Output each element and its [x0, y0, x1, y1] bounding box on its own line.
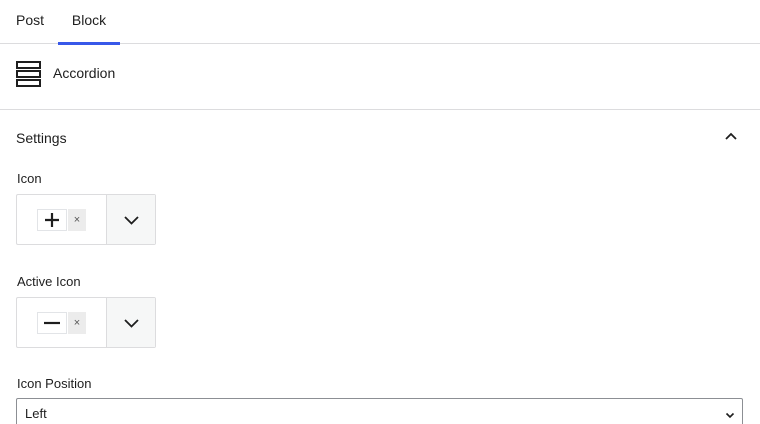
- icon-label: Icon: [17, 171, 42, 186]
- block-card: Accordion: [0, 44, 760, 110]
- icon-position-select[interactable]: Left: [16, 398, 743, 424]
- chevron-down-icon: [124, 319, 139, 328]
- remove-active-icon-button[interactable]: ×: [68, 312, 86, 334]
- active-icon-picker: ×: [16, 297, 156, 348]
- icon-position-value: Left: [25, 406, 47, 421]
- chevron-down-icon: [124, 216, 139, 225]
- active-icon-preview[interactable]: ×: [17, 298, 106, 347]
- remove-icon-button[interactable]: ×: [68, 209, 86, 231]
- chevron-down-icon: [724, 408, 736, 420]
- icon-preview[interactable]: ×: [17, 195, 106, 244]
- accordion-icon: [16, 61, 41, 87]
- plus-icon: [37, 209, 67, 231]
- block-title: Accordion: [53, 65, 116, 81]
- block-settings-panel: Post Block Accordion Settings Icon × Act…: [0, 0, 760, 424]
- icon-dropdown-button[interactable]: [106, 195, 155, 244]
- icon-position-label: Icon Position: [17, 376, 92, 391]
- active-icon-label: Active Icon: [17, 274, 81, 289]
- tab-post[interactable]: Post: [16, 0, 44, 44]
- sidebar-tabs: Post Block: [0, 0, 760, 45]
- minus-icon: [37, 312, 67, 334]
- chevron-up-icon[interactable]: [722, 128, 740, 146]
- tab-block[interactable]: Block: [58, 0, 120, 45]
- active-icon-dropdown-button[interactable]: [106, 298, 155, 347]
- settings-panel-title[interactable]: Settings: [16, 130, 67, 146]
- icon-picker: ×: [16, 194, 156, 245]
